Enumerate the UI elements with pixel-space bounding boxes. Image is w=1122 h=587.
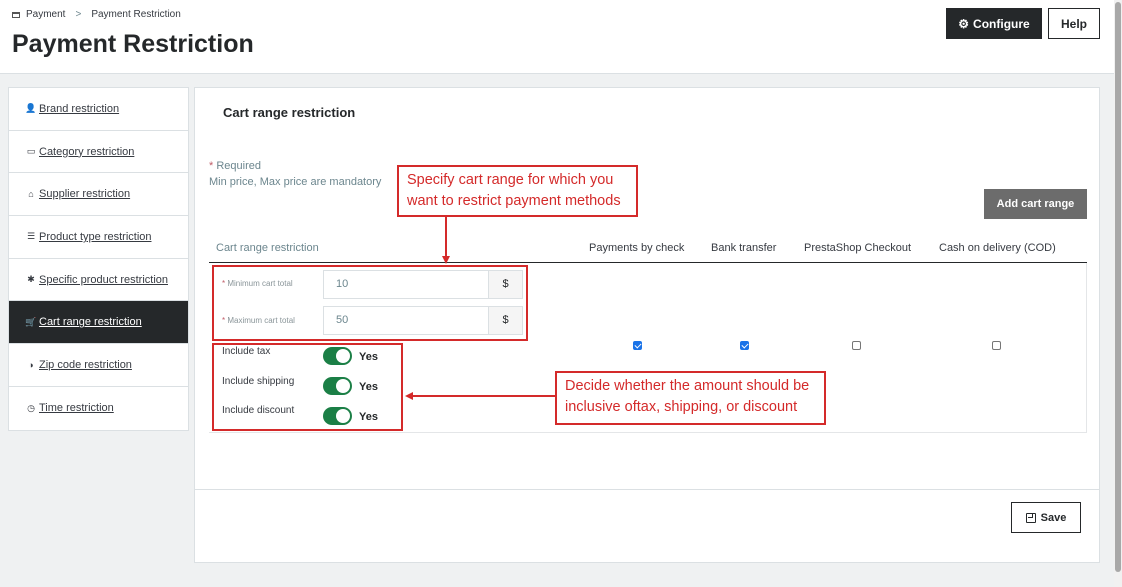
column-header: Payments by check	[589, 242, 685, 254]
sidebar-item-time[interactable]: ◷ Time restriction	[9, 387, 188, 430]
list-icon: ☰	[26, 231, 36, 242]
table-header: Cart range restriction Payments by check…	[209, 233, 1087, 263]
column-header: Bank transfer	[711, 242, 777, 254]
gears-icon: ⚙	[958, 16, 970, 31]
panel-title: Cart range restriction	[223, 105, 356, 120]
cod-checkbox[interactable]	[992, 341, 1001, 350]
callout-line: inclusive oftax, shipping, or discount	[565, 399, 798, 415]
callout-arrow-line	[413, 395, 555, 397]
required-text: Required	[216, 160, 261, 172]
half-circle-icon: ◑	[28, 359, 34, 370]
home-icon: ⌂	[28, 189, 34, 200]
sidebar-item-cart-range[interactable]: 🛒 Cart range restriction	[9, 301, 188, 345]
card-icon: ▭	[26, 146, 36, 157]
sidebar-item-category[interactable]: ▭ Category restriction	[9, 131, 188, 174]
breadcrumb-parent[interactable]: Payment	[26, 9, 65, 20]
cart-range-callout: Specify cart range for which you want to…	[397, 165, 638, 217]
breadcrumb-separator: >	[75, 9, 82, 20]
required-note: * Required Min price, Max price are mand…	[209, 158, 381, 190]
callout-line: want to restrict payment methods	[407, 193, 621, 209]
scrollbar-thumb[interactable]	[1115, 2, 1121, 572]
payments-by-check-checkbox[interactable]	[633, 341, 642, 350]
save-label: Save	[1040, 511, 1067, 524]
save-icon	[1025, 512, 1036, 523]
sidebar-item-label: Time restriction	[39, 402, 114, 415]
payment-icon	[12, 11, 20, 18]
user-icon: 👤	[25, 103, 37, 114]
cart-icon: 🛒	[25, 316, 37, 327]
asterisk-icon: ✱	[27, 274, 35, 285]
sidebar-item-specific-product[interactable]: ✱ Specific product restriction	[9, 259, 188, 302]
sidebar-item-product-type[interactable]: ☰ Product type restriction	[9, 216, 188, 259]
sidebar-item-label: Cart range restriction	[39, 316, 142, 329]
sidebar-item-label: Category restriction	[39, 145, 135, 158]
save-button[interactable]: Save	[1011, 502, 1081, 533]
cart-range-highlight	[212, 265, 528, 341]
column-header: PrestaShop Checkout	[804, 242, 912, 254]
arrow-down-icon	[442, 256, 450, 264]
sidebar-item-zip-code[interactable]: ◑ Zip code restriction	[9, 344, 188, 387]
add-cart-range-button[interactable]: Add cart range	[984, 189, 1087, 219]
callout-line: Specify cart range for which you	[407, 172, 614, 188]
amount-callout: Decide whether the amount should be incl…	[555, 371, 826, 425]
breadcrumb-current: Payment Restriction	[91, 9, 181, 20]
sidebar-item-label: Product type restriction	[39, 230, 152, 243]
column-header: Cash on delivery (COD)	[939, 242, 1056, 254]
clock-icon: ◷	[27, 402, 35, 413]
help-button[interactable]: Help	[1048, 8, 1100, 39]
column-header: Cart range restriction	[216, 242, 319, 254]
panel-footer-divider	[195, 489, 1099, 490]
sidebar-item-label: Brand restriction	[39, 102, 120, 115]
callout-arrow-line	[445, 217, 447, 257]
page-title: Payment Restriction	[12, 30, 254, 58]
scrollbar[interactable]	[1114, 0, 1122, 587]
breadcrumb: Payment > Payment Restriction	[12, 9, 181, 20]
sidebar-item-label: Specific product restriction	[39, 273, 168, 286]
sidebar: 👤 Brand restriction ▭ Category restricti…	[8, 87, 189, 431]
arrow-left-icon	[405, 392, 413, 400]
mandatory-note: Min price, Max price are mandatory	[209, 176, 382, 188]
include-options-highlight	[212, 343, 403, 431]
configure-label: Configure	[973, 16, 1030, 31]
callout-line: Decide whether the amount should be	[565, 378, 810, 394]
sidebar-item-supplier[interactable]: ⌂ Supplier restriction	[9, 173, 188, 217]
sidebar-item-label: Zip code restriction	[39, 358, 132, 371]
page-header: Payment > Payment Restriction Payment Re…	[0, 0, 1114, 74]
sidebar-item-label: Supplier restriction	[39, 188, 131, 201]
configure-button[interactable]: ⚙ Configure	[946, 8, 1042, 39]
bank-transfer-checkbox[interactable]	[740, 341, 749, 350]
prestashop-checkout-checkbox[interactable]	[852, 341, 861, 350]
sidebar-item-brand[interactable]: 👤 Brand restriction	[9, 88, 188, 131]
